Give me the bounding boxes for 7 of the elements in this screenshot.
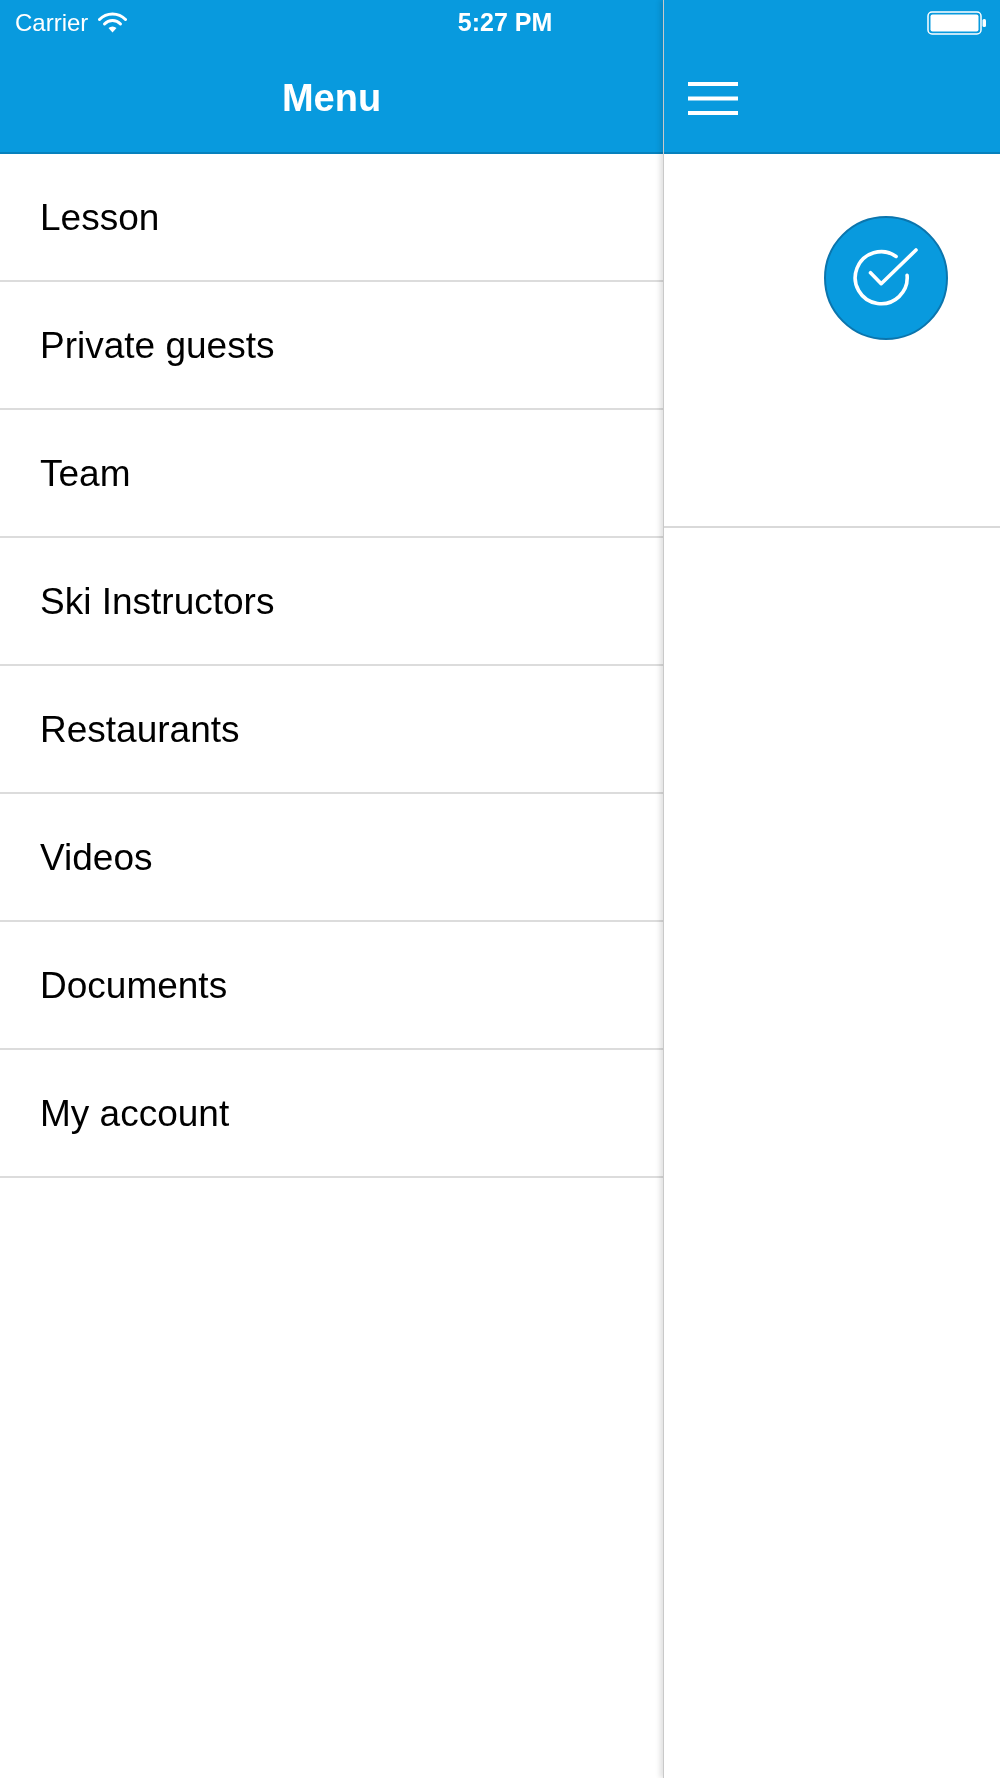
status-time: 5:27 PM [456,10,553,35]
battery-icon [927,10,987,35]
check-circle-icon [853,247,919,309]
carrier-name: Carrier [15,10,89,35]
wifi-icon [98,12,128,33]
menu-title: Menu [281,79,382,117]
menu-icon [688,81,738,115]
